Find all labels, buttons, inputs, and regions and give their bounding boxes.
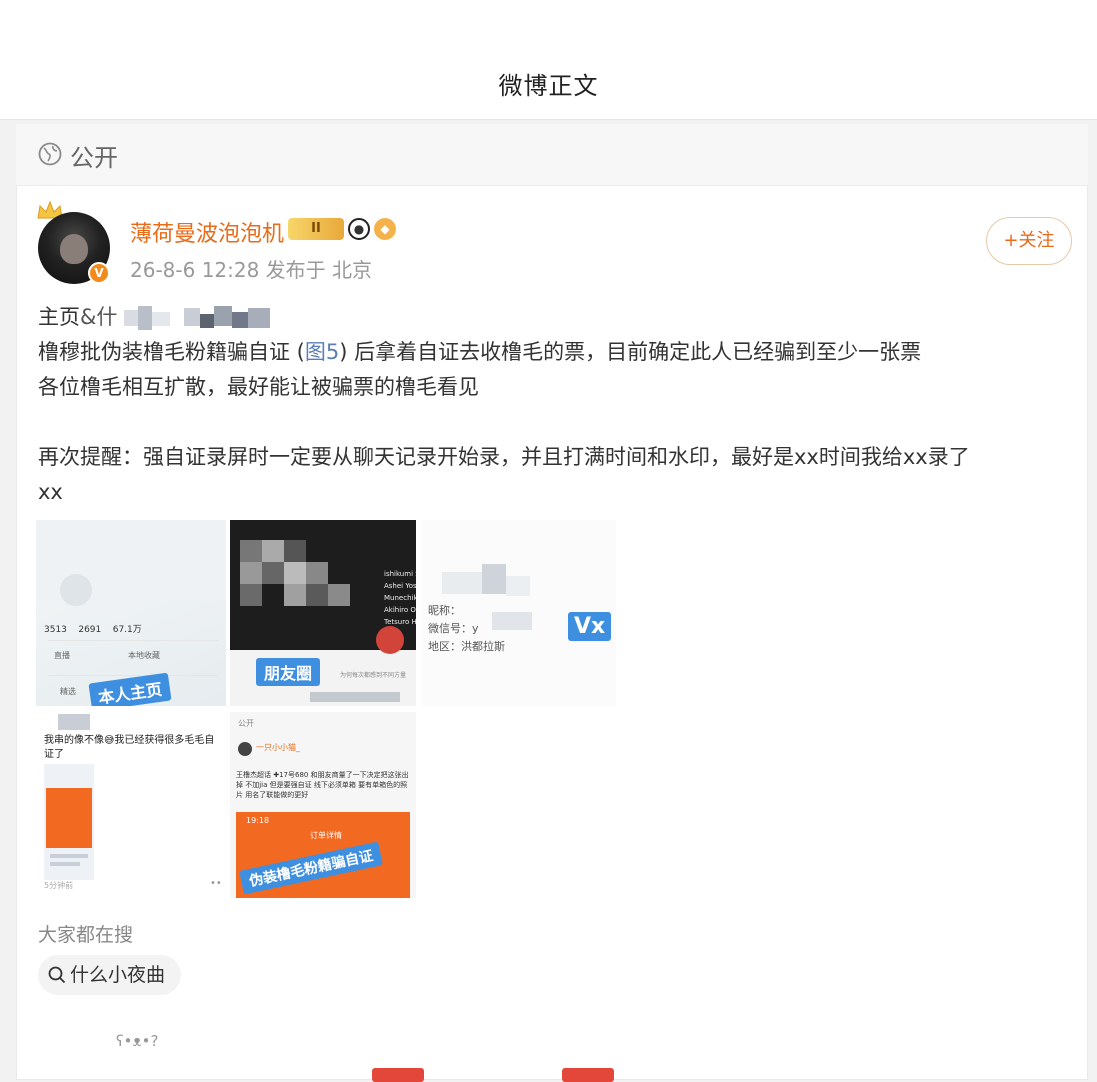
username: 一只小小猫_	[256, 743, 300, 752]
avatar	[238, 742, 252, 756]
list-item: Ashei Yoshi	[384, 582, 416, 590]
names-list: ishikumi S Ashei Yoshi Munechika I Akihi…	[384, 568, 416, 628]
image-comment[interactable]: 我串的像不像😅我已经获得很多毛毛自证了 5分钟前 ••	[36, 712, 226, 898]
post-line-3: 各位橹毛相互扩散，最好能让被骗票的橹毛看见	[38, 375, 479, 399]
image-homepage[interactable]: 3513 2691 67.1万 直播 本地收藏 精选 本人主页	[36, 520, 226, 706]
menu-item: 精选	[60, 687, 76, 696]
visibility-row: 公开	[16, 124, 1088, 186]
homepage-label: 主页	[38, 305, 80, 329]
profile-fields: 昵称： 微信号：y 地区：洪都拉斯	[428, 602, 505, 656]
post-text: 主页&什 橹穆批伪装橹毛粉籍骗自证 (图5) 后拿着自证去收橹毛的票，目前确定此…	[38, 300, 1078, 510]
order-title: 订单详情	[310, 831, 342, 840]
timestamp: 5分钟前	[44, 881, 74, 890]
stat-value: 67.1万	[112, 625, 142, 635]
comment-text: 我串的像不像😅我已经获得很多毛毛自证了	[44, 735, 215, 760]
user-mark: &什	[80, 305, 118, 329]
fake-proof-tag: 伪装橹毛粉籍骗自证	[239, 841, 383, 895]
redaction-block	[58, 714, 90, 730]
comment-thumbnail	[44, 764, 94, 880]
page-title: 微博正文	[498, 72, 599, 100]
image-grid: 3513 2691 67.1万 直播 本地收藏 精选 本人主页 ishikumi…	[36, 520, 616, 900]
globe-icon	[38, 142, 62, 166]
more-icon[interactable]: ••	[210, 878, 222, 889]
list-item: Munechika I	[384, 594, 416, 602]
post-meta: 26-8-6 12:28 发布于 北京	[130, 258, 373, 282]
wechat-id-field: 微信号：y	[428, 622, 479, 635]
moments-tag: 朋友圈	[256, 658, 321, 686]
list-item: Tetsuro Haya	[384, 618, 416, 626]
nickname-field: 昵称：	[428, 604, 461, 617]
image-link[interactable]: 图5	[305, 340, 339, 364]
post-line-4: 再次提醒：强自证录屏时一定要从聊天记录开始录，并且打满时间和水印，最好是xx时间…	[38, 445, 970, 469]
panda-icon: ●	[348, 218, 370, 240]
follow-button[interactable]: +关注	[986, 217, 1072, 265]
image-moments[interactable]: ishikumi S Ashei Yoshi Munechika I Akihi…	[230, 520, 416, 706]
fish-icon: ◆	[374, 218, 396, 240]
list-item: Akihiro Ozak	[384, 606, 416, 614]
caption: 为何每次都感到不同方量	[340, 672, 407, 679]
menu-item: 本地收藏	[128, 651, 160, 660]
search-chip[interactable]: 什么小夜曲	[38, 955, 182, 995]
status-time: 19:18	[246, 816, 270, 825]
stat-value: 3513	[44, 625, 67, 635]
post-line-2: 橹穆批伪装橹毛粉籍骗自证 (图5) 后拿着自证去收橹毛的票，目前确定此人已经骗到…	[38, 335, 1078, 370]
top-bar: 微博正文	[0, 0, 1097, 120]
list-item: ishikumi S	[384, 570, 416, 578]
post-line-1: 主页&什	[38, 300, 1078, 335]
text-segment: 橹穆批伪装橹毛粉籍骗自证 (	[38, 340, 305, 364]
visibility-label: 公开	[70, 144, 118, 172]
redaction-mosaic	[124, 306, 271, 330]
level-badge: II	[288, 218, 344, 240]
verified-badge-icon: V	[88, 262, 110, 284]
menu-item: 直播	[54, 651, 70, 660]
stats-row: 3513 2691 67.1万	[44, 622, 142, 635]
username[interactable]: 薄荷曼波泡泡机	[130, 216, 284, 248]
vx-tag: Vx	[568, 612, 612, 641]
trending-search-label: 大家都在搜	[38, 924, 134, 946]
visibility-label: 公开	[238, 719, 254, 728]
stat-value: 2691	[78, 625, 102, 635]
image-fake-proof[interactable]: 公开 一只小小猫_ 王橹杰超话 ✚17号680 和朋友商量了一下决定把这张出掉 …	[230, 712, 416, 898]
region-field: 地区：洪都拉斯	[428, 640, 505, 653]
faint-emoticon: ʕ•ᴥ•?	[116, 1032, 159, 1050]
search-icon	[48, 966, 66, 984]
text-segment: ) 后拿着自证去收橹毛的票，目前确定此人已经骗到至少一张票	[339, 340, 922, 364]
post-body: 王橹杰超话 ✚17号680 和朋友商量了一下决定把这张出掉 不加jia 但是要强…	[236, 771, 409, 799]
post-line-5: xx	[38, 480, 63, 504]
search-chip-label: 什么小夜曲	[70, 964, 166, 986]
order-screenshot: 19:18 订单详情 伪装橹毛粉籍骗自证	[236, 812, 410, 898]
image-wechat-profile[interactable]: 昵称： 微信号：y 地区：洪都拉斯 Vx	[422, 520, 616, 706]
